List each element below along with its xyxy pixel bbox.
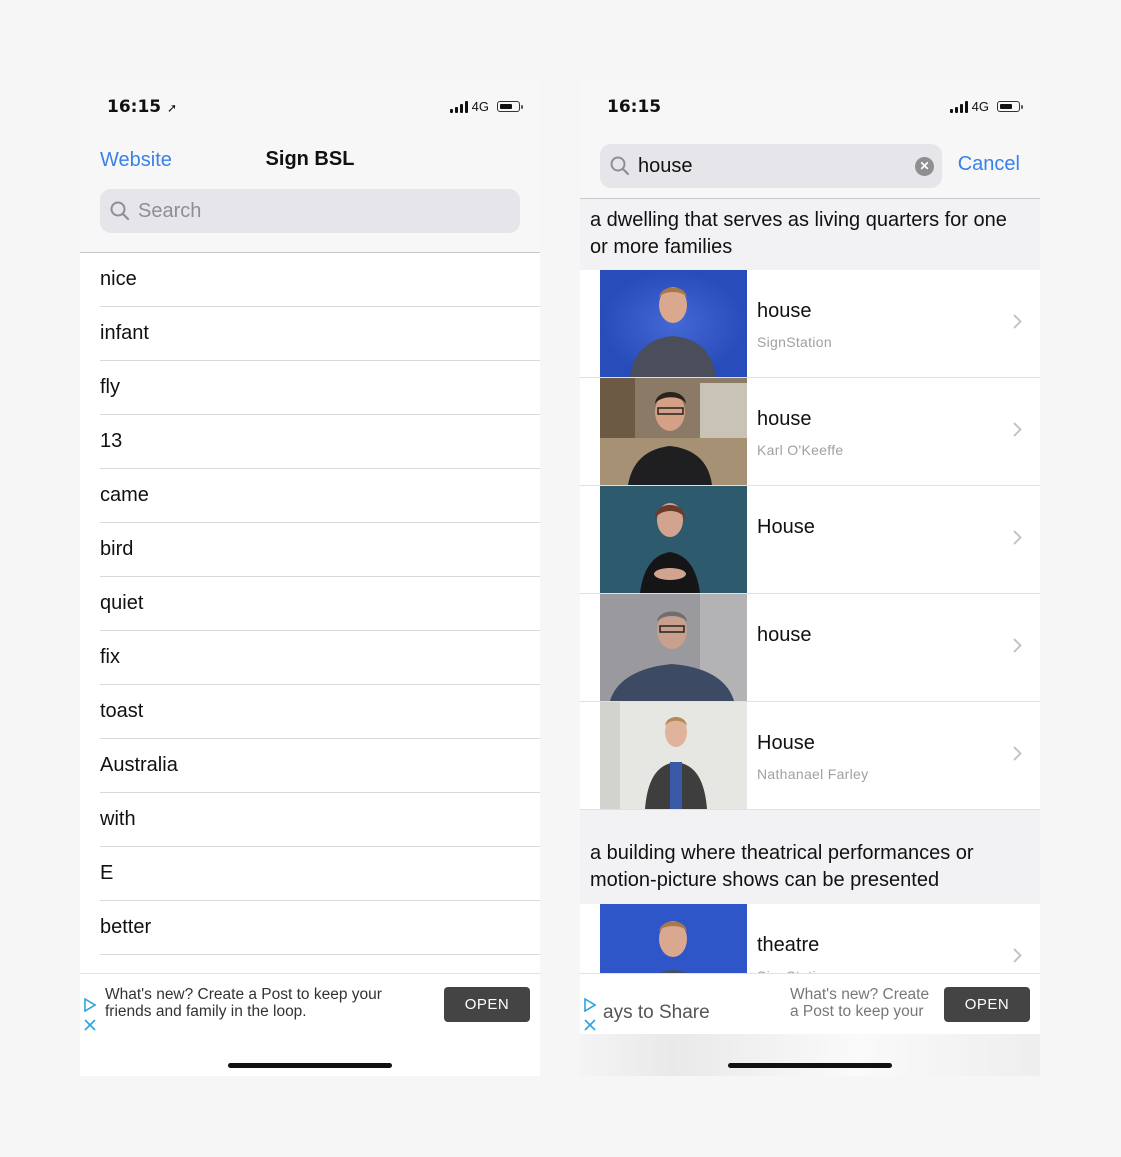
location-arrow-icon: ➚ [167, 101, 178, 115]
clear-search-icon[interactable]: ✕ [915, 157, 934, 176]
search-input[interactable]: Search [100, 189, 520, 233]
list-item[interactable]: 13 [100, 415, 540, 469]
network-label: 4G [471, 99, 489, 114]
cancel-button[interactable]: Cancel [958, 153, 1020, 176]
chevron-right-icon [1013, 422, 1022, 437]
result-title: house [757, 300, 812, 322]
close-icon[interactable] [584, 1019, 596, 1031]
ad-text: What's new? Create a Post to keep your f… [105, 986, 382, 1020]
status-bar: 16:15 ➚ 4G [80, 80, 540, 132]
result-title: House [757, 732, 815, 754]
open-button[interactable]: OPEN [944, 987, 1030, 1022]
list-item[interactable]: nice [100, 253, 540, 307]
list-item[interactable]: with [100, 793, 540, 847]
list-item[interactable]: bird [100, 523, 540, 577]
status-time: 16:15 ➚ [107, 97, 178, 117]
left-phone-screen: 16:15 ➚ 4G Website Sign BSL Search nice … [80, 80, 540, 1076]
ad-banner[interactable]: What's new? Create a Post to keep your f… [80, 973, 540, 1035]
adchoices-icon [84, 997, 97, 1013]
video-thumbnail [600, 270, 747, 377]
ad-choices[interactable] [584, 997, 598, 1036]
result-row[interactable]: house Karl O'Keeffe [580, 378, 1040, 486]
search-bar: house ✕ Cancel [580, 132, 1040, 199]
list-item[interactable]: fix [100, 631, 540, 685]
result-source: SignStation [757, 334, 832, 350]
page-title: Sign BSL [265, 148, 355, 170]
chevron-right-icon [1013, 638, 1022, 653]
list-item[interactable]: came [100, 469, 540, 523]
home-indicator[interactable] [228, 1063, 392, 1068]
result-source: Nathanael Farley [757, 766, 869, 782]
battery-icon [497, 101, 523, 112]
result-row[interactable]: House Nathanael Farley [580, 702, 1040, 810]
status-time: 16:15 [607, 97, 662, 117]
chevron-right-icon [1013, 746, 1022, 761]
result-row[interactable]: house [580, 594, 1040, 702]
section-header: a building where theatrical performances… [580, 810, 1040, 904]
word-list: nice infant fly 13 came bird quiet fix t… [80, 253, 540, 955]
result-title: theatre [757, 934, 820, 956]
search-placeholder: Search [138, 199, 202, 222]
ad-banner[interactable]: ays to Share What's new? Create a Post t… [580, 973, 1040, 1035]
home-indicator[interactable] [728, 1063, 892, 1068]
ad-scrolling-text: ays to Share [603, 1002, 710, 1023]
list-item[interactable]: toast [100, 685, 540, 739]
chevron-right-icon [1013, 314, 1022, 329]
list-item[interactable]: E [100, 847, 540, 901]
chevron-right-icon [1013, 948, 1022, 963]
ad-text: What's new? Create a Post to keep your f… [790, 986, 930, 1020]
list-item[interactable]: infant [100, 307, 540, 361]
battery-icon [997, 101, 1023, 112]
home-area [80, 1034, 540, 1076]
list-item[interactable]: fly [100, 361, 540, 415]
list-item[interactable]: quiet [100, 577, 540, 631]
video-thumbnail [600, 594, 747, 701]
video-thumbnail [600, 378, 747, 485]
result-title: house [757, 624, 812, 646]
result-title: House [757, 516, 815, 538]
status-indicators: 4G [949, 99, 1023, 114]
close-icon[interactable] [84, 1019, 96, 1031]
open-button[interactable]: OPEN [444, 987, 530, 1022]
ad-choices[interactable] [84, 997, 98, 1036]
search-query: house [638, 154, 693, 177]
signal-icon [449, 100, 468, 113]
status-bar: 16:15 4G [580, 80, 1040, 132]
search-icon [610, 156, 630, 176]
right-phone-screen: 16:15 4G house ✕ Cancel a dwelling that … [580, 80, 1040, 1076]
video-thumbnail [600, 702, 747, 809]
result-row[interactable]: House [580, 486, 1040, 594]
search-icon [110, 201, 130, 221]
chevron-right-icon [1013, 530, 1022, 545]
search-input[interactable]: house ✕ [600, 144, 942, 188]
navigation-bar: Website Sign BSL Search [80, 132, 540, 253]
adchoices-icon [584, 997, 597, 1013]
home-area [580, 1034, 1040, 1076]
section-header: a dwelling that serves as living quarter… [580, 199, 1040, 270]
result-row[interactable]: house SignStation [580, 270, 1040, 378]
status-indicators: 4G [449, 99, 523, 114]
result-title: house [757, 408, 812, 430]
list-item[interactable]: better [100, 901, 540, 955]
list-item[interactable]: Australia [100, 739, 540, 793]
signal-icon [949, 100, 968, 113]
video-thumbnail [600, 486, 747, 593]
result-source: Karl O'Keeffe [757, 442, 844, 458]
network-label: 4G [971, 99, 989, 114]
